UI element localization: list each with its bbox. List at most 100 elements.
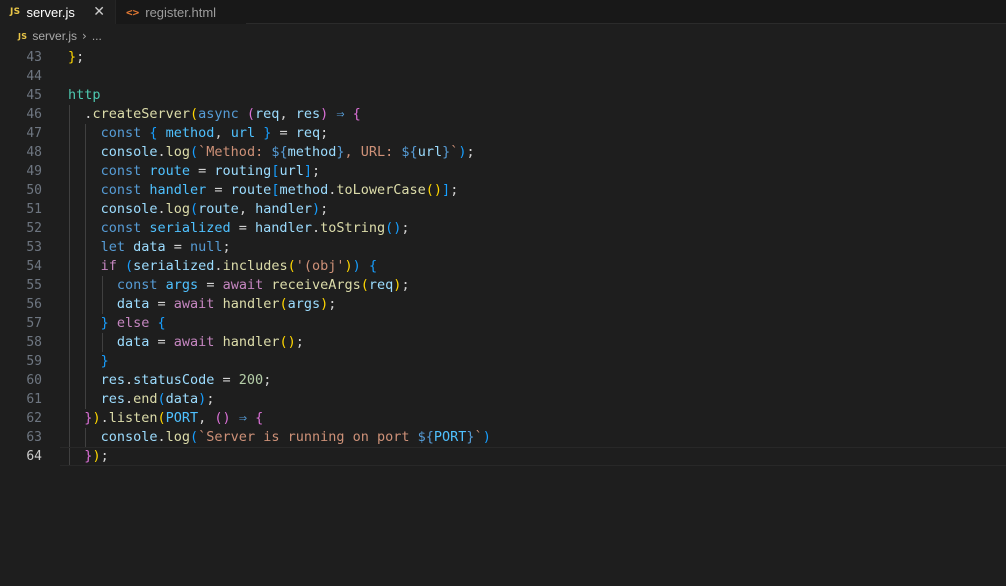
- indent-guide: [69, 447, 70, 466]
- code-token: (: [157, 391, 166, 407]
- code-token: handler: [255, 201, 312, 217]
- code-line[interactable]: 55 const args = await receiveArgs(req);: [0, 276, 1006, 295]
- code-token: ;: [222, 239, 231, 255]
- code-text: const serialized = handler.toString();: [101, 219, 410, 238]
- code-token: method: [165, 125, 215, 141]
- code-token: }: [466, 429, 475, 445]
- code-line[interactable]: 51 console.log(route, handler);: [0, 200, 1006, 219]
- code-token: (: [189, 106, 199, 122]
- code-token: (: [125, 258, 134, 274]
- code-line[interactable]: 64});: [0, 447, 1006, 466]
- code-token: includes: [222, 258, 288, 274]
- indent-guide: [85, 314, 87, 333]
- code-token: `Server is running on port: [198, 429, 418, 445]
- code-line[interactable]: 61 res.end(data);: [0, 390, 1006, 409]
- line-number: 55: [26, 278, 42, 293]
- indent-guide: [69, 333, 70, 352]
- code-line[interactable]: 47 const { method, url } = req;: [0, 124, 1006, 143]
- code-token: await: [222, 277, 264, 293]
- code-line[interactable]: 58 data = await handler();: [0, 333, 1006, 352]
- code-token: toString: [320, 220, 386, 236]
- code-token: if: [100, 258, 117, 274]
- code-token: =: [206, 182, 231, 198]
- code-line[interactable]: 63 console.log(`Server is running on port…: [0, 428, 1006, 447]
- indent-guide: [85, 295, 87, 314]
- indent-guide: [85, 219, 87, 238]
- tab-server-js[interactable]: JS server.js ✕: [0, 0, 115, 24]
- code-line[interactable]: 43};: [0, 48, 1006, 67]
- code-token: else: [116, 315, 150, 331]
- line-number: 43: [26, 50, 42, 65]
- code-token: }: [336, 144, 345, 160]
- code-token: data: [165, 391, 199, 407]
- code-text: res.statusCode = 200;: [101, 371, 272, 390]
- code-token: args: [287, 296, 321, 312]
- code-token: =: [190, 163, 215, 179]
- code-token: .: [311, 220, 321, 236]
- code-line[interactable]: 57} else {: [0, 314, 1006, 333]
- javascript-file-icon: JS: [18, 31, 28, 41]
- code-line[interactable]: 48 console.log(`Method: ${method}, URL: $…: [0, 143, 1006, 162]
- code-token: res: [100, 372, 125, 388]
- code-text: console.log(`Method: ${method}, URL: ${u…: [101, 143, 475, 162]
- indent-guide: [85, 162, 87, 181]
- indent-guide: [85, 333, 87, 352]
- code-token: ;: [401, 277, 410, 293]
- code-token: =: [230, 220, 256, 236]
- indent-guide: [69, 257, 70, 276]
- breadcrumb-file[interactable]: server.js: [32, 29, 77, 43]
- indent-guide: [85, 352, 87, 371]
- indent-guide: [69, 390, 70, 409]
- line-number: 45: [26, 88, 42, 103]
- code-token: 200: [238, 372, 264, 388]
- code-token: method: [287, 144, 337, 160]
- code-line[interactable]: 59}: [0, 352, 1006, 371]
- code-token: =: [165, 239, 191, 255]
- code-token: let: [100, 239, 125, 255]
- code-editor[interactable]: 43}; 44 45 http 46 .createServer(async (req, …: [0, 48, 1006, 586]
- code-token: PORT: [165, 410, 199, 426]
- code-token: createServer: [92, 106, 190, 122]
- indent-guide: [69, 124, 70, 143]
- code-token: ,: [214, 125, 231, 141]
- code-token: ): [311, 201, 321, 217]
- indent-guide: [101, 295, 103, 314]
- code-text: const route = routing[url];: [101, 162, 321, 181]
- code-token: ;: [311, 163, 321, 179]
- code-line[interactable]: 49 const route = routing[url];: [0, 162, 1006, 181]
- close-icon[interactable]: ✕: [93, 4, 105, 20]
- code-token: {: [149, 125, 158, 141]
- code-token: const: [100, 182, 142, 198]
- code-line[interactable]: 62}).listen(PORT, () ⇒ {: [0, 409, 1006, 428]
- code-line[interactable]: 52 const serialized = handler.toString();: [0, 219, 1006, 238]
- code-text: data = await handler(args);: [117, 295, 337, 314]
- code-line[interactable]: 50 const handler = route[method.toLowerCa…: [0, 181, 1006, 200]
- breadcrumb-symbol[interactable]: ...: [92, 29, 102, 43]
- code-token: =: [271, 125, 296, 141]
- line-number: 50: [26, 183, 42, 198]
- code-token: ;: [466, 144, 475, 160]
- code-token: (: [279, 296, 288, 312]
- code-token: `Method:: [198, 144, 272, 160]
- line-number: 61: [26, 392, 42, 407]
- code-line[interactable]: 46 .createServer(async (req, res) ⇒ {: [0, 105, 1006, 124]
- code-token: null: [190, 239, 223, 255]
- code-line[interactable]: 45 http: [0, 86, 1006, 105]
- line-number: 46: [26, 107, 42, 122]
- code-token: ,: [279, 106, 296, 122]
- tab-register-html[interactable]: <> register.html: [115, 0, 246, 24]
- code-line[interactable]: 56 data = await handler(args);: [0, 295, 1006, 314]
- code-token: ;: [320, 201, 329, 217]
- code-line[interactable]: 44: [0, 67, 1006, 86]
- code-line[interactable]: 54 if (serialized.includes('(obj')) {: [0, 257, 1006, 276]
- code-text: let data = null;: [101, 238, 231, 257]
- code-token: ;: [295, 334, 304, 350]
- code-line[interactable]: 53 let data = null;: [0, 238, 1006, 257]
- code-line[interactable]: 60 res.statusCode = 200;: [0, 371, 1006, 390]
- editor-window: JS server.js ✕ <> register.html JS serve…: [0, 0, 1006, 586]
- line-number: 48: [26, 145, 42, 160]
- line-number: 56: [26, 297, 42, 312]
